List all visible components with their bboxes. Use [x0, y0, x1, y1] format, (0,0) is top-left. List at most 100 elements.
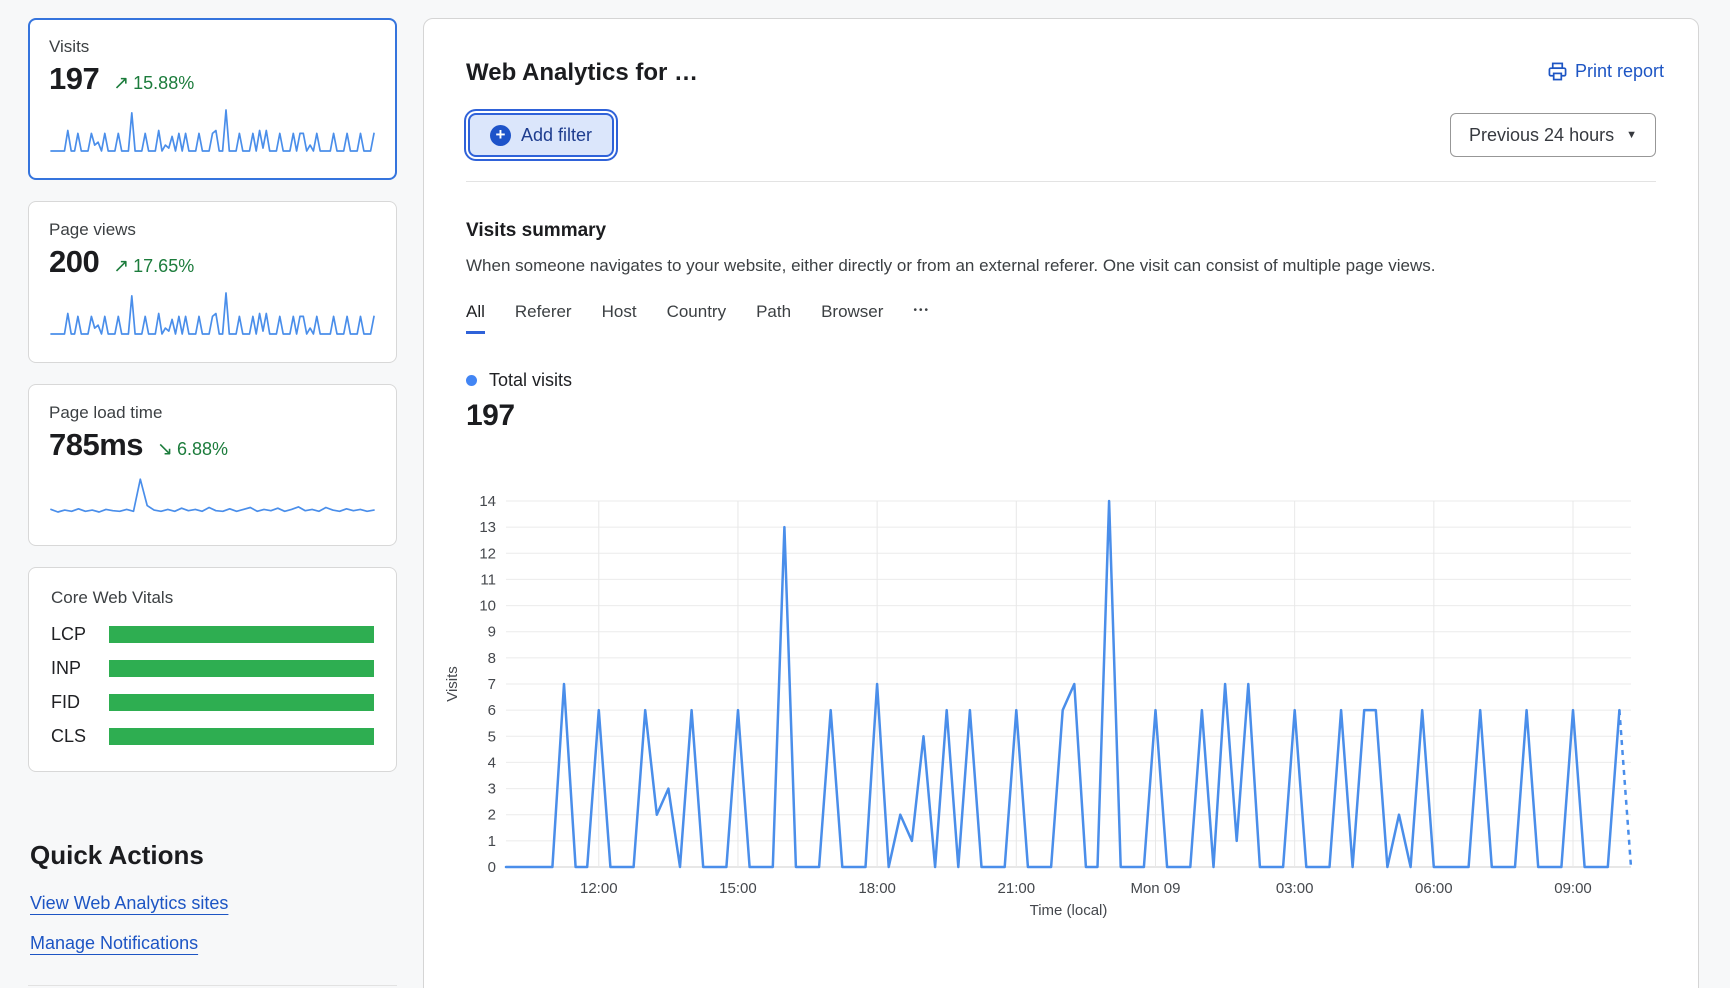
quick-actions-links: View Web Analytics sites Manage Notificat… [28, 893, 397, 973]
metric-title: Page views [49, 220, 376, 240]
tab-referer[interactable]: Referer [515, 302, 572, 334]
metric-card-visits[interactable]: Visits 197 ↗15.88% [28, 18, 397, 180]
metric-title: Page load time [49, 403, 376, 423]
metric-value-row: 200 ↗17.65% [49, 244, 376, 280]
y-tick-label: 0 [488, 859, 496, 876]
tab-browser[interactable]: Browser [821, 302, 883, 334]
metric-value-row: 197 ↗15.88% [49, 61, 376, 97]
x-tick-label: 12:00 [580, 880, 618, 897]
metric-card-list: Visits 197 ↗15.88% Page views 200 ↗17.65… [28, 18, 397, 546]
tab-path[interactable]: Path [756, 302, 791, 334]
metrics-sidebar: Visits 197 ↗15.88% Page views 200 ↗17.65… [28, 18, 397, 986]
visits-line-chart: 0123456789101112131412:0015:0018:0021:00… [441, 489, 1651, 927]
web-analytics-panel: Web Analytics for … Print report + Add f… [423, 18, 1699, 988]
page-views-sparkline [49, 290, 376, 336]
chart-container: 0123456789101112131412:0015:0018:0021:00… [441, 489, 1656, 932]
metric-value: 785ms [49, 427, 143, 463]
y-tick-label: 6 [488, 702, 496, 719]
x-tick-label: 15:00 [719, 880, 757, 897]
core-web-vitals-title: Core Web Vitals [51, 588, 374, 608]
y-tick-label: 12 [479, 545, 496, 562]
trend-up-icon: ↗ [113, 73, 129, 94]
x-tick-label: 06:00 [1415, 880, 1453, 897]
y-tick-label: 9 [488, 624, 496, 641]
trend-up-icon: ↗ [113, 256, 129, 277]
add-filter-label: Add filter [521, 125, 592, 146]
x-tick-label: Mon 09 [1130, 880, 1180, 897]
legend-dot-icon [466, 375, 477, 386]
y-tick-label: 5 [488, 728, 496, 745]
y-tick-label: 2 [488, 807, 496, 824]
printer-icon [1548, 62, 1567, 81]
chevron-down-icon: ▼ [1626, 129, 1637, 141]
tab-overflow[interactable]: ••• [913, 305, 930, 331]
panel-header: Web Analytics for … Print report + Add f… [424, 19, 1698, 182]
cwv-label: CLS [51, 726, 109, 747]
page-load-time-sparkline [49, 473, 376, 519]
page: Visits 197 ↗15.88% Page views 200 ↗17.65… [0, 0, 1730, 988]
visits-summary-section: Visits summary When someone navigates to… [424, 182, 1698, 932]
metric-value: 200 [49, 244, 99, 280]
section-description: When someone navigates to your website, … [466, 256, 1656, 276]
metric-card-page-load-time[interactable]: Page load time 785ms ↘6.88% [28, 384, 397, 546]
core-web-vitals-rows: LCP INP FID CLS [51, 624, 374, 747]
tab-all[interactable]: All [466, 302, 485, 334]
y-tick-label: 4 [488, 754, 496, 771]
metric-card-page-views[interactable]: Page views 200 ↗17.65% [28, 201, 397, 363]
cwv-bar [109, 694, 374, 711]
page-title: Web Analytics for … [466, 59, 1656, 87]
dimension-tabs: All Referer Host Country Path Browser ••• [466, 302, 1656, 334]
cwv-label: INP [51, 658, 109, 679]
header-divider [466, 181, 1656, 182]
total-visits-value: 197 [466, 399, 1656, 433]
x-tick-label: 03:00 [1276, 880, 1314, 897]
series-legend: Total visits [466, 370, 1656, 391]
y-tick-label: 10 [479, 598, 496, 615]
sidebar-divider [28, 985, 397, 986]
metric-delta: ↘6.88% [157, 438, 228, 461]
x-tick-label: 21:00 [998, 880, 1036, 897]
metric-delta-value: 17.65% [133, 256, 194, 276]
cwv-row-cls: CLS [51, 726, 374, 747]
plus-icon: + [490, 125, 511, 146]
trend-down-icon: ↘ [157, 439, 173, 460]
visits-sparkline [49, 107, 376, 153]
tab-host[interactable]: Host [602, 302, 637, 334]
print-report-label: Print report [1575, 61, 1664, 82]
x-tick-label: 18:00 [858, 880, 896, 897]
link-manage-notifications[interactable]: Manage Notifications [30, 933, 198, 954]
section-title: Visits summary [466, 220, 1656, 242]
cwv-row-lcp: LCP [51, 624, 374, 645]
x-tick-label: 09:00 [1554, 880, 1592, 897]
metric-delta-value: 15.88% [133, 73, 194, 93]
x-axis-title: Time (local) [1030, 902, 1108, 919]
cwv-row-fid: FID [51, 692, 374, 713]
y-tick-label: 7 [488, 676, 496, 693]
tab-country[interactable]: Country [667, 302, 727, 334]
y-axis-title: Visits [444, 666, 461, 702]
y-tick-label: 13 [479, 519, 496, 536]
metric-delta: ↗17.65% [113, 255, 194, 278]
metric-title: Visits [49, 37, 376, 57]
metric-delta-value: 6.88% [177, 439, 228, 459]
metric-delta: ↗15.88% [113, 72, 194, 95]
link-view-web-analytics-sites[interactable]: View Web Analytics sites [30, 893, 228, 914]
y-tick-label: 11 [480, 571, 496, 588]
print-report-link[interactable]: Print report [1548, 61, 1664, 82]
quick-actions-title: Quick Actions [30, 840, 397, 871]
legend-label: Total visits [489, 370, 572, 391]
y-tick-label: 14 [479, 493, 496, 510]
add-filter-button[interactable]: + Add filter [468, 113, 614, 157]
cwv-bar [109, 626, 374, 643]
y-tick-label: 8 [488, 650, 496, 667]
cwv-label: LCP [51, 624, 109, 645]
filter-controls: + Add filter Previous 24 hours ▼ [466, 113, 1656, 161]
y-tick-label: 3 [488, 781, 496, 798]
core-web-vitals-card[interactable]: Core Web Vitals LCP INP FID CLS [28, 567, 397, 772]
time-range-label: Previous 24 hours [1469, 125, 1614, 146]
cwv-bar [109, 660, 374, 677]
metric-value-row: 785ms ↘6.88% [49, 427, 376, 463]
metric-value: 197 [49, 61, 99, 97]
time-range-dropdown[interactable]: Previous 24 hours ▼ [1450, 113, 1656, 157]
y-tick-label: 1 [488, 833, 496, 850]
